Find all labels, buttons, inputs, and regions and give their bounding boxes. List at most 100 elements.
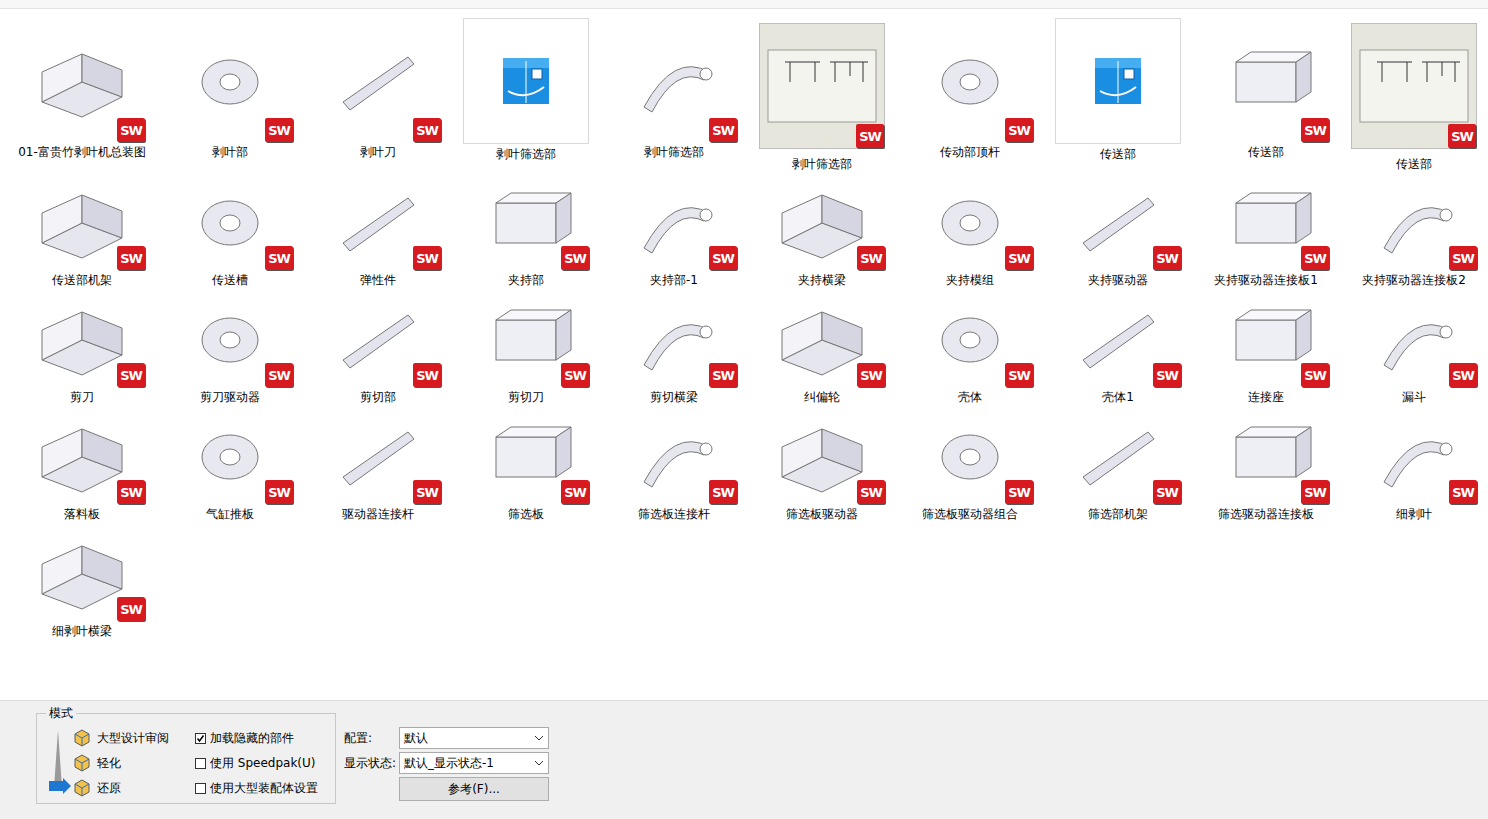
file-thumbnail[interactable]: SW	[19, 523, 145, 621]
file-thumbnail[interactable]: SW	[1055, 289, 1181, 387]
file-item[interactable]: 传送部	[1044, 18, 1192, 172]
mode-label[interactable]: 还原	[97, 780, 121, 797]
file-item[interactable]: SW壳体1	[1044, 289, 1192, 406]
file-thumbnail[interactable]: SW	[19, 172, 145, 270]
file-item[interactable]: SW细剥叶	[1340, 406, 1488, 523]
file-thumbnail[interactable]: SW	[19, 18, 145, 142]
file-item[interactable]: SW筛选部机架	[1044, 406, 1192, 523]
checkbox-label[interactable]: 使用大型装配体设置	[210, 780, 318, 797]
file-item[interactable]: SW夹持驱动器	[1044, 172, 1192, 289]
file-name[interactable]: 夹持横梁	[752, 270, 892, 288]
file-thumbnail[interactable]: SW	[611, 406, 737, 504]
file-item[interactable]: SW 剥叶筛选部	[748, 18, 896, 172]
file-name[interactable]: 筛选板	[456, 504, 596, 522]
file-item[interactable]: SW筛选板驱动器	[748, 406, 896, 523]
file-name[interactable]: 壳体	[900, 387, 1040, 405]
file-item[interactable]: SW连接座	[1192, 289, 1340, 406]
checkbox[interactable]	[195, 758, 206, 769]
file-thumbnail[interactable]: SW	[315, 172, 441, 270]
file-name[interactable]: 剥叶筛选部	[752, 154, 892, 172]
file-item[interactable]: SW驱动器连接杆	[304, 406, 452, 523]
file-name[interactable]: 夹持驱动器连接板2	[1344, 270, 1484, 288]
file-item[interactable]: SW传送部	[1340, 18, 1488, 172]
file-thumbnail[interactable]: SW	[1203, 406, 1329, 504]
file-name[interactable]: 夹持部	[456, 270, 596, 288]
mode-option[interactable]: 还原	[73, 778, 195, 798]
file-item[interactable]: 剥叶筛选部	[452, 18, 600, 172]
mode-label[interactable]: 大型设计审阅	[97, 730, 169, 747]
file-name[interactable]: 剪刀	[12, 387, 152, 405]
file-thumbnail[interactable]: SW	[611, 172, 737, 270]
file-name[interactable]: 夹持驱动器	[1048, 270, 1188, 288]
file-name[interactable]: 驱动器连接杆	[308, 504, 448, 522]
file-item[interactable]: SW夹持驱动器连接板1	[1192, 172, 1340, 289]
file-name[interactable]: 01-富贵竹剥叶机总装图	[12, 142, 152, 160]
file-name[interactable]: 传送部	[1196, 142, 1336, 160]
display-state-dropdown[interactable]: 默认_显示状态-1	[399, 752, 549, 774]
config-dropdown[interactable]: 默认	[399, 727, 549, 749]
checkbox-row[interactable]: 加载隐藏的部件	[195, 728, 318, 748]
file-name[interactable]: 剥叶筛选部	[604, 142, 744, 160]
reference-button[interactable]: 参考(F)...	[399, 777, 549, 801]
file-item[interactable]: SW剥叶筛选部	[600, 18, 748, 172]
file-thumbnail[interactable]: SW	[907, 172, 1033, 270]
file-thumbnail[interactable]: SW	[167, 406, 293, 504]
file-item[interactable]: SW剥叶部	[156, 18, 304, 172]
file-thumbnail[interactable]: SW	[611, 18, 737, 142]
file-thumbnail[interactable]: SW	[463, 289, 589, 387]
file-name[interactable]: 连接座	[1196, 387, 1336, 405]
mode-option[interactable]: 大型设计审阅	[73, 728, 195, 748]
file-thumbnail[interactable]: SW	[759, 172, 885, 270]
file-thumbnail[interactable]: SW	[907, 18, 1033, 142]
file-item[interactable]: SW弹性件	[304, 172, 452, 289]
file-item[interactable]: SW细剥叶横梁	[8, 523, 156, 640]
file-item[interactable]: SW夹持模组	[896, 172, 1044, 289]
mode-slider[interactable]	[49, 728, 73, 794]
file-thumbnail[interactable]: SW	[759, 23, 885, 149]
file-item[interactable]: SW筛选板	[452, 406, 600, 523]
file-thumbnail[interactable]: SW	[907, 406, 1033, 504]
checkbox[interactable]	[195, 733, 206, 744]
display-state-value[interactable]: 默认_显示状态-1	[404, 755, 494, 772]
file-thumbnail[interactable]: SW	[167, 289, 293, 387]
file-name[interactable]: 剪切部	[308, 387, 448, 405]
file-name[interactable]: 夹持驱动器连接板1	[1196, 270, 1336, 288]
file-name[interactable]: 夹持部-1	[604, 270, 744, 288]
file-name[interactable]: 壳体1	[1048, 387, 1188, 405]
file-thumbnail[interactable]: SW	[167, 18, 293, 142]
file-thumbnail[interactable]: SW	[315, 289, 441, 387]
file-item[interactable]: SW传动部顶杆	[896, 18, 1044, 172]
mode-option[interactable]: 轻化	[73, 753, 195, 773]
file-item[interactable]: SW剪切刀	[452, 289, 600, 406]
file-thumbnail[interactable]: SW	[907, 289, 1033, 387]
mode-label[interactable]: 轻化	[97, 755, 121, 772]
file-thumbnail[interactable]: SW	[315, 18, 441, 142]
file-thumbnail[interactable]	[463, 18, 589, 144]
file-name[interactable]: 纠偏轮	[752, 387, 892, 405]
file-name[interactable]: 筛选部机架	[1048, 504, 1188, 522]
file-thumbnail[interactable]: SW	[1351, 23, 1477, 149]
file-item[interactable]: SW剪切横梁	[600, 289, 748, 406]
file-name[interactable]: 弹性件	[308, 270, 448, 288]
file-item[interactable]: SW筛选驱动器连接板	[1192, 406, 1340, 523]
checkbox-label[interactable]: 加载隐藏的部件	[210, 730, 294, 747]
file-thumbnail[interactable]: SW	[167, 172, 293, 270]
file-name[interactable]: 剥叶部	[160, 142, 300, 160]
file-thumbnail[interactable]: SW	[19, 406, 145, 504]
file-name[interactable]: 剪切刀	[456, 387, 596, 405]
file-thumbnail[interactable]: SW	[759, 289, 885, 387]
file-name[interactable]: 细剥叶	[1344, 504, 1484, 522]
file-item[interactable]: SW落料板	[8, 406, 156, 523]
file-item[interactable]: SW夹持驱动器连接板2	[1340, 172, 1488, 289]
file-name[interactable]: 落料板	[12, 504, 152, 522]
file-thumbnail[interactable]: SW	[463, 172, 589, 270]
file-item[interactable]: SW传送部	[1192, 18, 1340, 172]
file-name[interactable]: 夹持模组	[900, 270, 1040, 288]
file-thumbnail[interactable]	[1055, 18, 1181, 144]
file-item[interactable]: SW壳体	[896, 289, 1044, 406]
checkbox-label[interactable]: 使用 Speedpak(U)	[210, 755, 316, 772]
file-thumbnail[interactable]: SW	[19, 289, 145, 387]
file-item[interactable]: SW传送部机架	[8, 172, 156, 289]
file-thumbnail[interactable]: SW	[1203, 172, 1329, 270]
file-name[interactable]: 传送部机架	[12, 270, 152, 288]
